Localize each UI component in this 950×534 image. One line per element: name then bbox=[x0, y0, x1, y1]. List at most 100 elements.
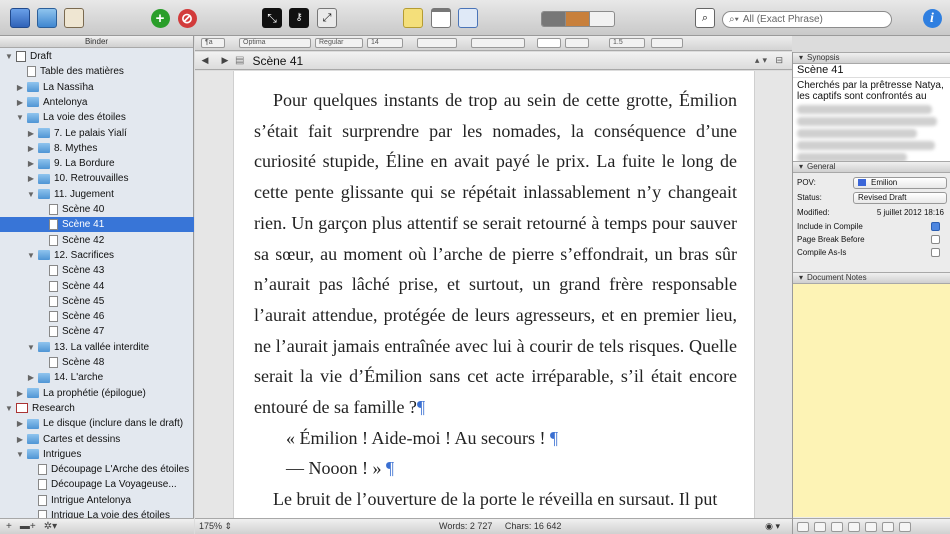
disclosure-closed-icon[interactable]: ▶ bbox=[26, 144, 36, 153]
binder-item[interactable]: ▶ Cartes et dessins bbox=[0, 432, 194, 447]
binder-item[interactable]: ▶ 10. Retrouvailles bbox=[0, 171, 194, 186]
binder-item[interactable]: Scène 40 bbox=[0, 202, 194, 217]
disclosure-open-icon[interactable]: ▼ bbox=[4, 52, 14, 61]
window-layout-icon[interactable] bbox=[430, 7, 452, 29]
binder-item[interactable]: ▶ 7. Le palais Yialí bbox=[0, 126, 194, 141]
disclosure-closed-icon[interactable]: ▶ bbox=[15, 389, 25, 398]
binder-item[interactable]: ▶ La Nassïha bbox=[0, 80, 194, 95]
binder-item[interactable]: Intrigue Antelonya bbox=[0, 493, 194, 508]
text-color-well[interactable] bbox=[537, 38, 561, 48]
alignment-buttons[interactable] bbox=[471, 38, 525, 48]
settings-gear-icon[interactable]: ✲▾ bbox=[44, 521, 57, 532]
view-scrivenings-icon[interactable] bbox=[542, 12, 566, 26]
binder-item[interactable]: Scène 48 bbox=[0, 355, 194, 370]
disclosure-closed-icon[interactable]: ▶ bbox=[15, 419, 25, 428]
disclosure-open-icon[interactable]: ▼ bbox=[15, 450, 25, 459]
add-item-icon[interactable]: + bbox=[6, 521, 12, 532]
disclosure-open-icon[interactable]: ▼ bbox=[4, 404, 14, 413]
binder-item[interactable]: ▼ Research bbox=[0, 401, 194, 416]
document-notes-header[interactable]: ▾ Document Notes bbox=[793, 272, 950, 284]
disclosure-closed-icon[interactable]: ▶ bbox=[15, 435, 25, 444]
editor-paragraph[interactable]: Le bruit de l’ouverture de la porte le r… bbox=[254, 484, 737, 515]
disclosure-closed-icon[interactable]: ▶ bbox=[15, 83, 25, 92]
disclosure-closed-icon[interactable]: ▶ bbox=[26, 129, 36, 138]
zoom-select[interactable]: 175% ⇕ bbox=[199, 521, 232, 532]
binder-item[interactable]: Scène 45 bbox=[0, 294, 194, 309]
composition-mode-icon[interactable]: ⤡ bbox=[261, 7, 283, 29]
view-mode-segmented[interactable] bbox=[541, 11, 615, 27]
binder-item[interactable]: ▼ 11. Jugement bbox=[0, 187, 194, 202]
snapshots-tab-icon[interactable] bbox=[865, 522, 877, 532]
general-header[interactable]: ▾ General bbox=[793, 161, 950, 173]
binder-item[interactable]: ▶ 14. L'arche bbox=[0, 370, 194, 385]
view-outliner-icon[interactable] bbox=[590, 12, 614, 26]
forward-arrow-icon[interactable]: ▶ bbox=[215, 55, 235, 66]
binder-item[interactable]: Découpage L'Arche des étoiles bbox=[0, 462, 194, 477]
header-nav-icons[interactable]: ▴▾ ⊟ bbox=[755, 55, 786, 66]
binder-item[interactable]: Table des matières bbox=[0, 64, 194, 79]
page-break-before-checkbox[interactable] bbox=[931, 235, 940, 244]
add-folder-icon[interactable]: ▬+ bbox=[20, 521, 36, 532]
binder-item[interactable]: Scène 46 bbox=[0, 309, 194, 324]
keywords-key-icon[interactable]: ⚷ bbox=[288, 7, 310, 29]
document-notes-area[interactable]: ▾ Document Notes bbox=[793, 272, 950, 517]
target-icon[interactable]: ◉ ▾ bbox=[765, 521, 780, 532]
compile-as-is-checkbox[interactable] bbox=[931, 248, 940, 257]
binder-item[interactable]: ▼ Draft bbox=[0, 49, 194, 64]
snapshot-icon[interactable] bbox=[457, 7, 479, 29]
corkboard-icon[interactable] bbox=[63, 7, 85, 29]
meta-data-tab-icon[interactable] bbox=[848, 522, 860, 532]
binder-item[interactable]: Découpage La Voyageuse... bbox=[0, 477, 194, 492]
binder-item[interactable]: ▼ Intrigues bbox=[0, 447, 194, 462]
references-tab-icon[interactable] bbox=[814, 522, 826, 532]
disclosure-closed-icon[interactable]: ▶ bbox=[15, 98, 25, 107]
comments-tab-icon[interactable] bbox=[882, 522, 894, 532]
synopsis-header[interactable]: ▾ Synopsis bbox=[793, 52, 950, 64]
binder-item[interactable]: ▶ Le disque (inclure dans le draft) bbox=[0, 416, 194, 431]
binder-item[interactable]: Intrigue La voie des étoiles bbox=[0, 508, 194, 518]
disclosure-closed-icon[interactable]: ▶ bbox=[26, 174, 36, 183]
binder-toggle-icon[interactable] bbox=[9, 7, 31, 29]
text-page[interactable]: Pour quelques instants de trop au sein d… bbox=[233, 71, 755, 518]
editor-paragraph[interactable]: Pour quelques instants de trop au sein d… bbox=[254, 85, 737, 423]
font-style-select[interactable]: Regular bbox=[315, 38, 363, 48]
delete-document-icon[interactable]: ⊘ bbox=[176, 7, 198, 29]
search-input[interactable]: ⌕▾ All (Exact Phrase) bbox=[722, 11, 892, 28]
lock-icon[interactable] bbox=[899, 522, 911, 532]
line-spacing-select[interactable]: 1.5 bbox=[609, 38, 645, 48]
binder-item[interactable]: ▶ La prophétie (épilogue) bbox=[0, 386, 194, 401]
notes-tab-icon[interactable] bbox=[797, 522, 809, 532]
list-style-select[interactable] bbox=[651, 38, 683, 48]
binder-item[interactable]: Scène 41 bbox=[0, 217, 194, 233]
inspector-info-icon[interactable]: i bbox=[921, 7, 943, 29]
quick-search-icon[interactable]: ⌕ bbox=[694, 7, 716, 29]
binder-item[interactable]: ▶ Antelonya bbox=[0, 95, 194, 110]
status-select[interactable]: Revised Draft bbox=[853, 191, 947, 204]
editor-area[interactable]: Pour quelques instants de trop au sein d… bbox=[195, 71, 792, 518]
disclosure-open-icon[interactable]: ▼ bbox=[26, 343, 36, 352]
binder-item[interactable]: ▶ 8. Mythes bbox=[0, 141, 194, 156]
disclosure-closed-icon[interactable]: ▶ bbox=[26, 159, 36, 168]
sticky-note-icon[interactable] bbox=[402, 7, 424, 29]
add-document-icon[interactable]: + bbox=[149, 7, 171, 29]
editor-text[interactable]: Pour quelques instants de trop au sein d… bbox=[254, 85, 737, 515]
binder-item[interactable]: Scène 47 bbox=[0, 324, 194, 339]
editor-paragraph[interactable]: « Émilion ! Aide-moi ! Au secours ! ¶ bbox=[254, 423, 737, 454]
disclosure-open-icon[interactable]: ▼ bbox=[15, 113, 25, 122]
disclosure-open-icon[interactable]: ▼ bbox=[26, 190, 36, 199]
editor-document-title[interactable]: Scène 41 bbox=[252, 54, 303, 68]
collections-folder-icon[interactable] bbox=[36, 7, 58, 29]
disclosure-closed-icon[interactable]: ▶ bbox=[26, 373, 36, 382]
fullscreen-icon[interactable]: ⤢ bbox=[316, 7, 338, 29]
editor-paragraph[interactable]: — Nooon ! » ¶ bbox=[254, 453, 737, 484]
binder-item[interactable]: Scène 44 bbox=[0, 279, 194, 294]
pov-select[interactable]: Emilion bbox=[853, 176, 947, 189]
highlight-color-well[interactable] bbox=[565, 38, 589, 48]
view-corkboard-icon[interactable] bbox=[566, 12, 590, 26]
synopsis-title-field[interactable]: Scène 41 bbox=[793, 64, 950, 78]
binder-item[interactable]: ▼ 13. La vallée interdite bbox=[0, 340, 194, 355]
synopsis-text-field[interactable]: Cherchés par la prêtresse Natya, les cap… bbox=[793, 78, 950, 161]
binder-item[interactable]: Scène 43 bbox=[0, 263, 194, 278]
paragraph-style-select[interactable]: ¶a bbox=[201, 38, 225, 48]
bold-italic-underline-buttons[interactable] bbox=[417, 38, 457, 48]
